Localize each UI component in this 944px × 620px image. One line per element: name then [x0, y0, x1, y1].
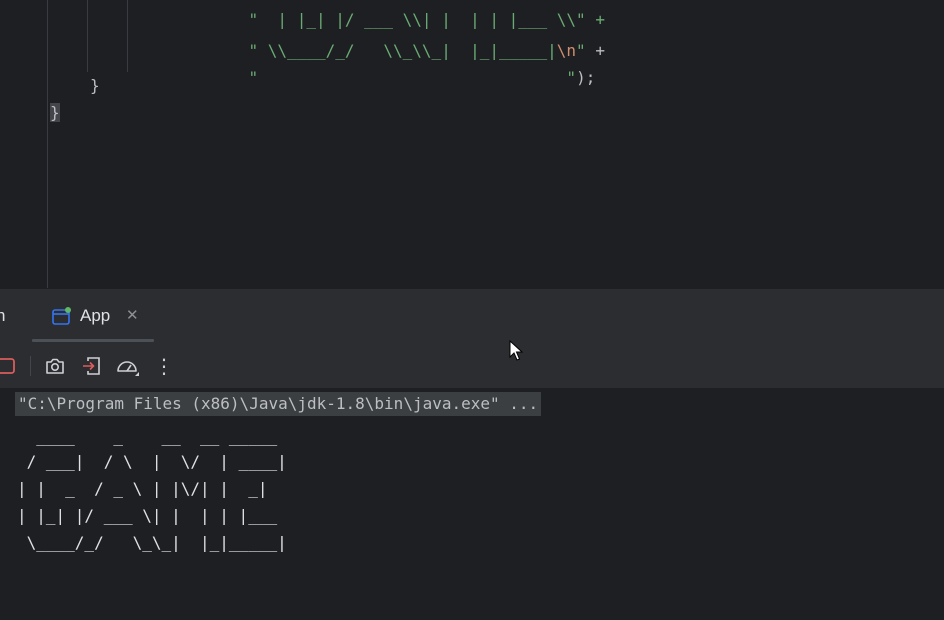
- mouse-cursor-icon: [509, 339, 525, 366]
- indent-guide: [127, 0, 128, 72]
- code-editor[interactable]: " | |_| |/ ___ \\| | | | |___ \\" + " \\…: [0, 0, 944, 288]
- console-output-line: / ___| / \ | \/ | ____|: [17, 452, 287, 471]
- indent-guide: [87, 0, 88, 72]
- close-icon[interactable]: ✕: [126, 306, 139, 324]
- console-output-line: ____ _ __ __ _____: [17, 427, 278, 446]
- console-output-line: | | _ / _ \ | |\/| | _|: [17, 479, 268, 498]
- command-line[interactable]: "C:\Program Files (x86)\Java\jdk-1.8\bin…: [15, 392, 542, 416]
- tab-label: App: [80, 306, 111, 325]
- partial-tab-label[interactable]: n: [0, 306, 5, 326]
- string-close: ": [566, 68, 577, 87]
- stop-icon[interactable]: [0, 354, 18, 378]
- more-icon[interactable]: ⋮: [152, 354, 176, 378]
- run-toolbar: ⋮: [0, 342, 944, 389]
- method-closing-brace: }: [90, 76, 100, 95]
- toolbar-separator: [30, 356, 31, 376]
- application-run-icon: [52, 307, 72, 325]
- class-closing-brace: }: [50, 103, 60, 123]
- code-line-3: " ");: [210, 48, 596, 108]
- matched-brace-highlight: }: [50, 103, 60, 122]
- string-literal: ": [248, 68, 567, 87]
- exit-icon[interactable]: [80, 354, 104, 378]
- console-output-line: \____/_/ \_\_| |_|_____|: [17, 533, 287, 552]
- console-output[interactable]: "C:\Program Files (x86)\Java\jdk-1.8\bin…: [0, 389, 944, 620]
- indent-guide: [47, 0, 48, 288]
- run-tool-window-header: n App ✕: [0, 288, 944, 343]
- console-output-line: | |_| |/ ___ \| | | | |___: [17, 506, 278, 525]
- tab-app[interactable]: App: [52, 304, 110, 328]
- speedometer-icon[interactable]: [115, 354, 139, 378]
- camera-icon[interactable]: [43, 354, 67, 378]
- statement-end: );: [576, 68, 596, 87]
